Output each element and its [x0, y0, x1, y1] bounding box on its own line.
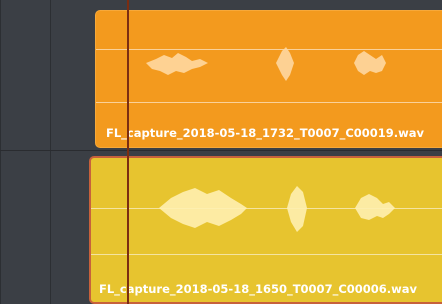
audio-clip-2-selected[interactable]: FL_capture_2018-05-18_1650_T0007_C00006.…	[89, 156, 442, 304]
audio-clip-1[interactable]: FL_capture_2018-05-18_1732_T0007_C00019.…	[95, 10, 442, 148]
clip-1-filename: FL_capture_2018-05-18_1732_T0007_C00019.…	[106, 126, 425, 140]
track-divider-left	[50, 0, 51, 304]
clip-2-filename: FL_capture_2018-05-18_1650_T0007_C00006.…	[99, 282, 418, 296]
clip-2-waveform	[159, 186, 395, 232]
track-divider-edge	[0, 0, 1, 304]
track-lane-divider	[0, 150, 442, 151]
playhead[interactable]	[127, 0, 129, 304]
